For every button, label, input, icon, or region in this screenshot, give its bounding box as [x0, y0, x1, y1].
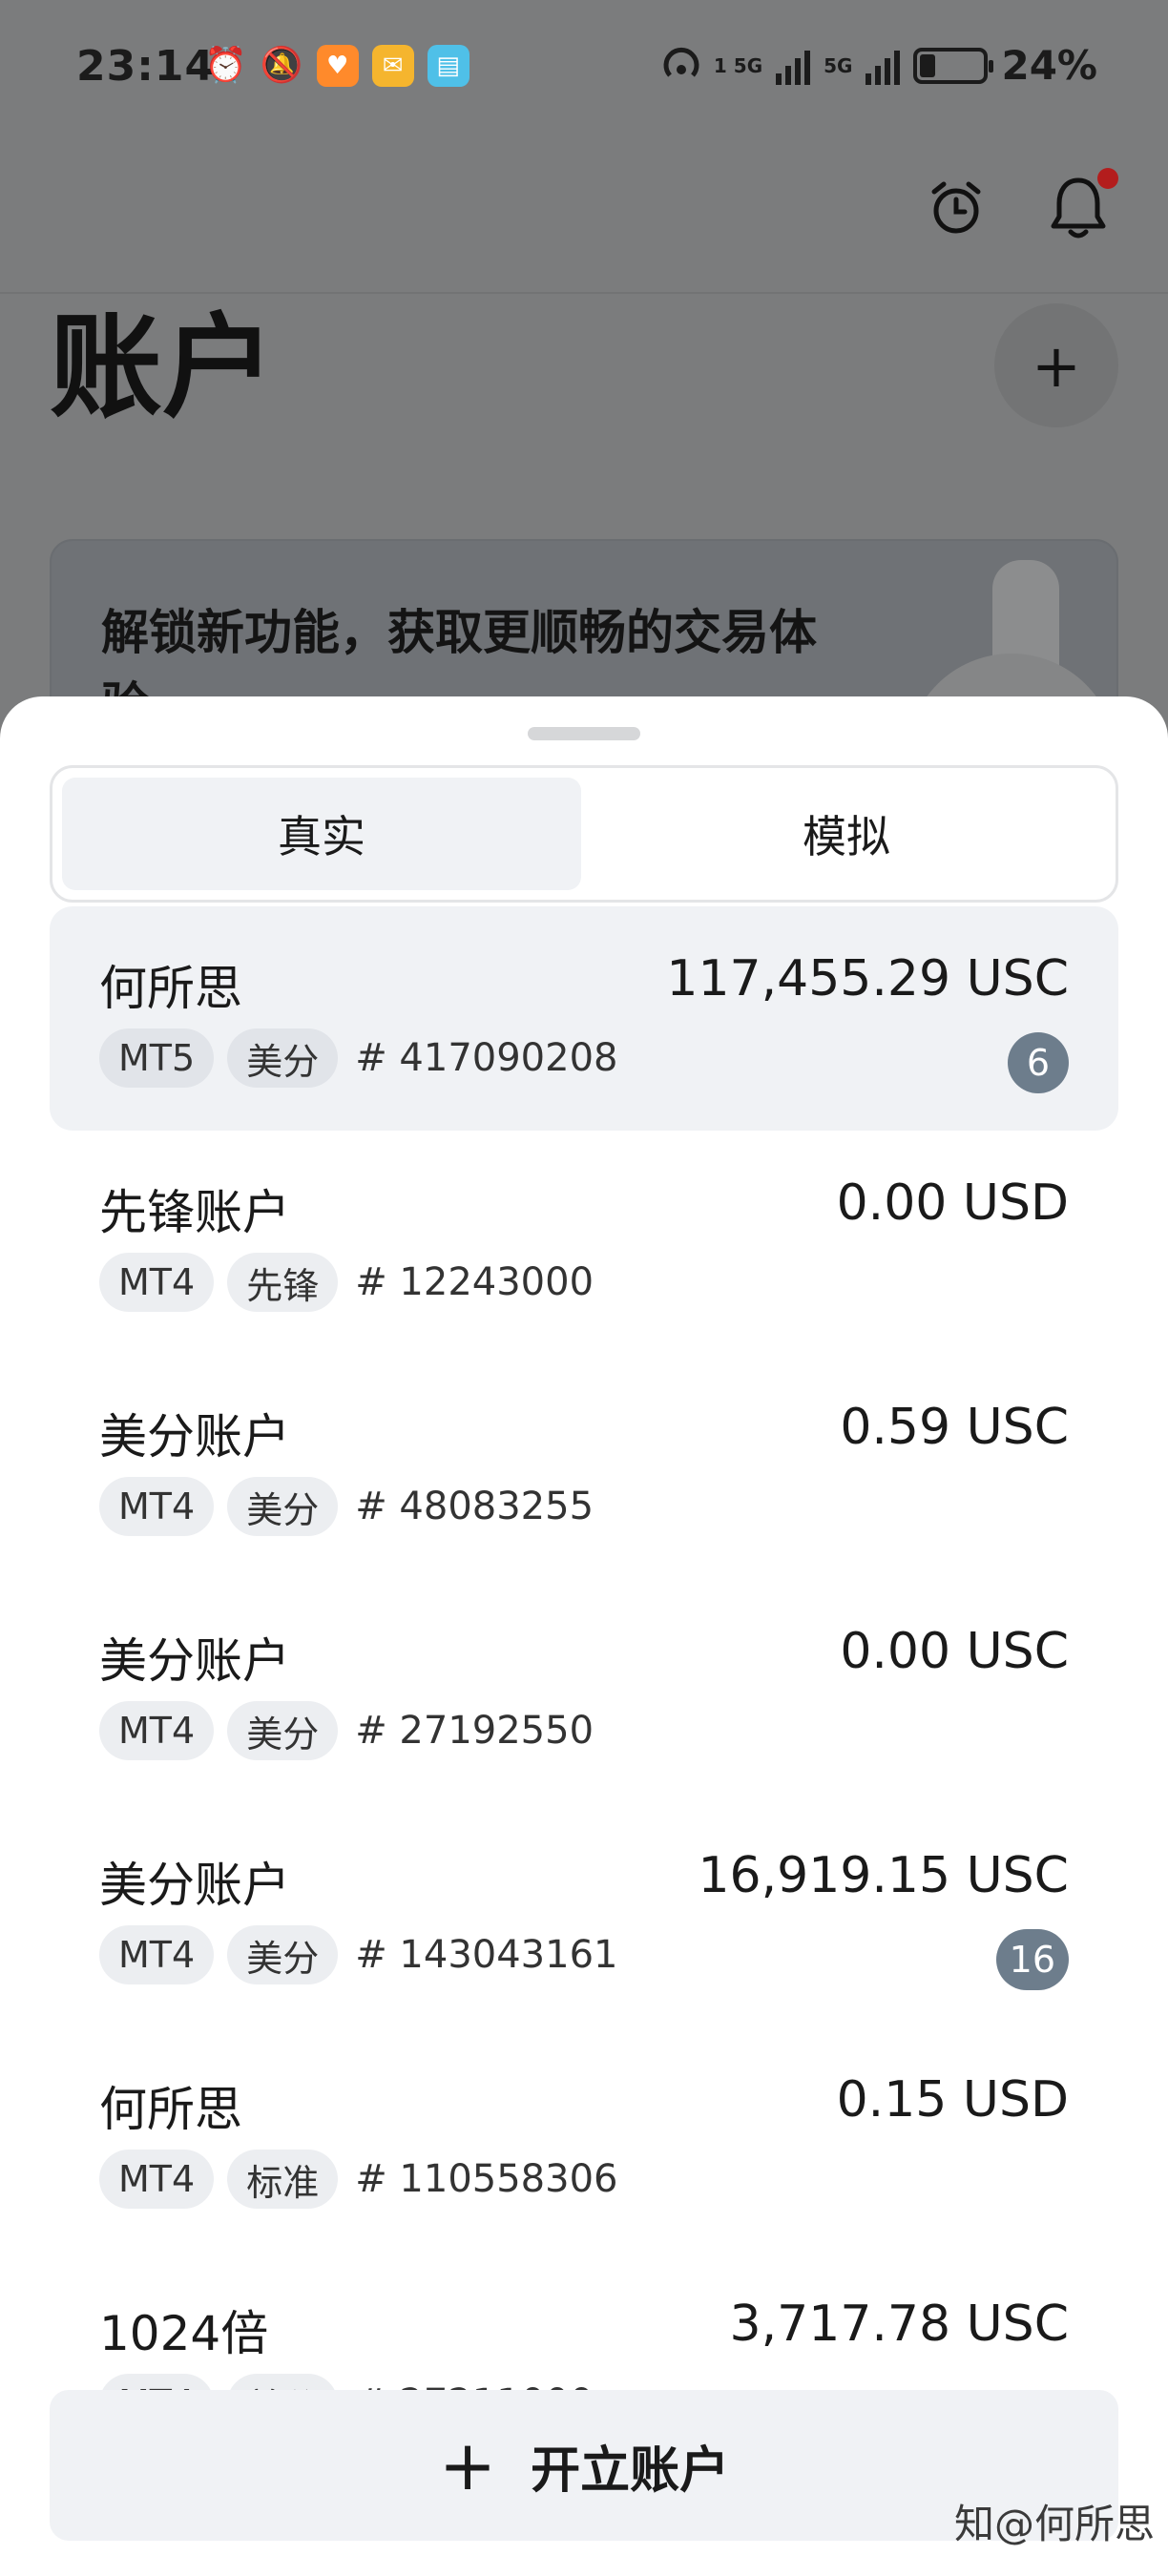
account-type-tag: 美分 — [227, 1925, 339, 1984]
account-number: # 110558306 — [355, 2157, 618, 2201]
heart-app-icon: ♥ — [316, 45, 359, 87]
account-tags: MT4 标准 # 110558306 — [99, 2150, 617, 2209]
account-badge: 6 — [1008, 1032, 1069, 1093]
account-balance: 0.59 USC — [840, 1399, 1069, 1456]
notification-bell-icon[interactable] — [1040, 168, 1118, 246]
account-number: # 48083255 — [355, 1485, 594, 1528]
account-type-tag: 美分 — [227, 1028, 339, 1088]
account-balance: 16,919.15 USC — [698, 1847, 1069, 1904]
account-type-tag: 先锋 — [227, 1253, 339, 1312]
plus-icon: + — [1032, 330, 1081, 401]
account-name: 美分账户 — [99, 1858, 290, 1913]
background-page: 23:14 ⏰ 🔕 ♥ ✉ ▤ 1 5G 5G 24% 账户 + 解锁新功能，获… — [0, 0, 1168, 787]
account-name: 何所思 — [99, 961, 242, 1016]
account-type-tag: 美分 — [227, 1477, 339, 1536]
platform-tag: MT4 — [99, 1477, 215, 1536]
notification-dot — [1097, 168, 1118, 189]
account-row[interactable]: 何所思 0.15 USD MT4 标准 # 110558306 — [50, 2027, 1118, 2252]
account-name: 先锋账户 — [99, 1185, 290, 1240]
account-name: 美分账户 — [99, 1633, 290, 1689]
account-tags: MT4 美分 # 143043161 — [99, 1925, 617, 1984]
account-badge: 16 — [995, 1929, 1069, 1990]
battery-percent: 24% — [1001, 42, 1097, 89]
signal-icon-2 — [866, 47, 901, 85]
account-balance: 0.15 USD — [836, 2071, 1069, 2129]
alarm-clock-icon[interactable] — [918, 170, 994, 246]
account-row[interactable]: 先锋账户 0.00 USD MT4 先锋 # 12243000 — [50, 1131, 1118, 1355]
add-account-button[interactable]: + — [994, 303, 1118, 427]
account-tags: MT5 美分 # 417090208 — [99, 1028, 617, 1088]
header-divider — [0, 292, 1168, 294]
account-type-tag: 标准 — [227, 2150, 339, 2209]
account-bottom-sheet: 真实 模拟 何所思 117,455.29 USC MT5 美分 # 417090208 6… — [0, 696, 1168, 2576]
mute-icon: 🔕 — [260, 46, 303, 85]
account-row[interactable]: 美分账户 16,919.15 USC MT4 美分 # 143043161 16 — [50, 1803, 1118, 2027]
network-label-2: 5G — [824, 53, 853, 77]
account-balance: 0.00 USC — [840, 1623, 1069, 1680]
account-tags: MT4 美分 # 48083255 — [99, 1477, 594, 1536]
signal-icon — [776, 47, 811, 85]
battery-fill — [920, 53, 935, 77]
account-tags: MT4 美分 # 27192550 — [99, 1701, 594, 1760]
status-left-icons: ⏰ 🔕 ♥ ✉ ▤ — [204, 44, 469, 88]
platform-tag: MT4 — [99, 2150, 215, 2209]
account-type-tag: 美分 — [227, 1701, 339, 1760]
network-label-1: 1 5G — [713, 53, 763, 77]
platform-tag: MT4 — [99, 1701, 215, 1760]
open-account-label: 开立账户 — [531, 2441, 730, 2500]
status-bar: 23:14 ⏰ 🔕 ♥ ✉ ▤ 1 5G 5G 24% — [0, 0, 1168, 143]
platform-tag: MT4 — [99, 1925, 215, 1984]
platform-tag: MT4 — [99, 1253, 215, 1312]
status-time: 23:14 — [76, 42, 216, 91]
status-right-icons: 1 5G 5G 24% — [662, 42, 1097, 89]
account-balance: 0.00 USD — [836, 1174, 1069, 1232]
account-list: 何所思 117,455.29 USC MT5 美分 # 417090208 6 先锋账户 0.… — [50, 906, 1118, 2476]
mail-app-icon: ✉ — [371, 45, 414, 87]
account-balance: 117,455.29 USC — [666, 950, 1069, 1008]
account-row[interactable]: 何所思 117,455.29 USC MT5 美分 # 417090208 6 — [50, 906, 1118, 1131]
book-app-icon: ▤ — [427, 45, 469, 87]
account-balance: 3,717.78 USC — [729, 2296, 1069, 2353]
sheet-drag-handle[interactable] — [528, 727, 640, 740]
account-name: 何所思 — [99, 2082, 242, 2137]
account-type-tabs: 真实 模拟 — [50, 765, 1118, 903]
battery-icon — [913, 47, 994, 84]
hotspot-icon — [663, 47, 699, 77]
account-name: 1024倍 — [99, 2306, 269, 2361]
account-number: # 27192550 — [355, 1709, 594, 1753]
account-number: # 417090208 — [355, 1036, 618, 1080]
tab-real[interactable]: 真实 — [62, 778, 581, 890]
alarm-icon: ⏰ — [204, 46, 247, 85]
header-actions — [918, 168, 1118, 246]
account-number: # 143043161 — [355, 1933, 618, 1977]
account-name: 美分账户 — [99, 1409, 290, 1465]
plus-icon: + — [438, 2425, 497, 2505]
page-title: 账户 — [50, 301, 276, 433]
platform-tag: MT5 — [99, 1028, 215, 1088]
account-tags: MT4 先锋 # 12243000 — [99, 1253, 594, 1312]
tab-demo[interactable]: 模拟 — [587, 778, 1106, 890]
account-number: # 12243000 — [355, 1260, 594, 1304]
watermark: 知@何所思 — [953, 2501, 1155, 2547]
account-row[interactable]: 美分账户 0.59 USC MT4 美分 # 48083255 — [50, 1355, 1118, 1579]
account-row[interactable]: 美分账户 0.00 USC MT4 美分 # 27192550 — [50, 1579, 1118, 1803]
